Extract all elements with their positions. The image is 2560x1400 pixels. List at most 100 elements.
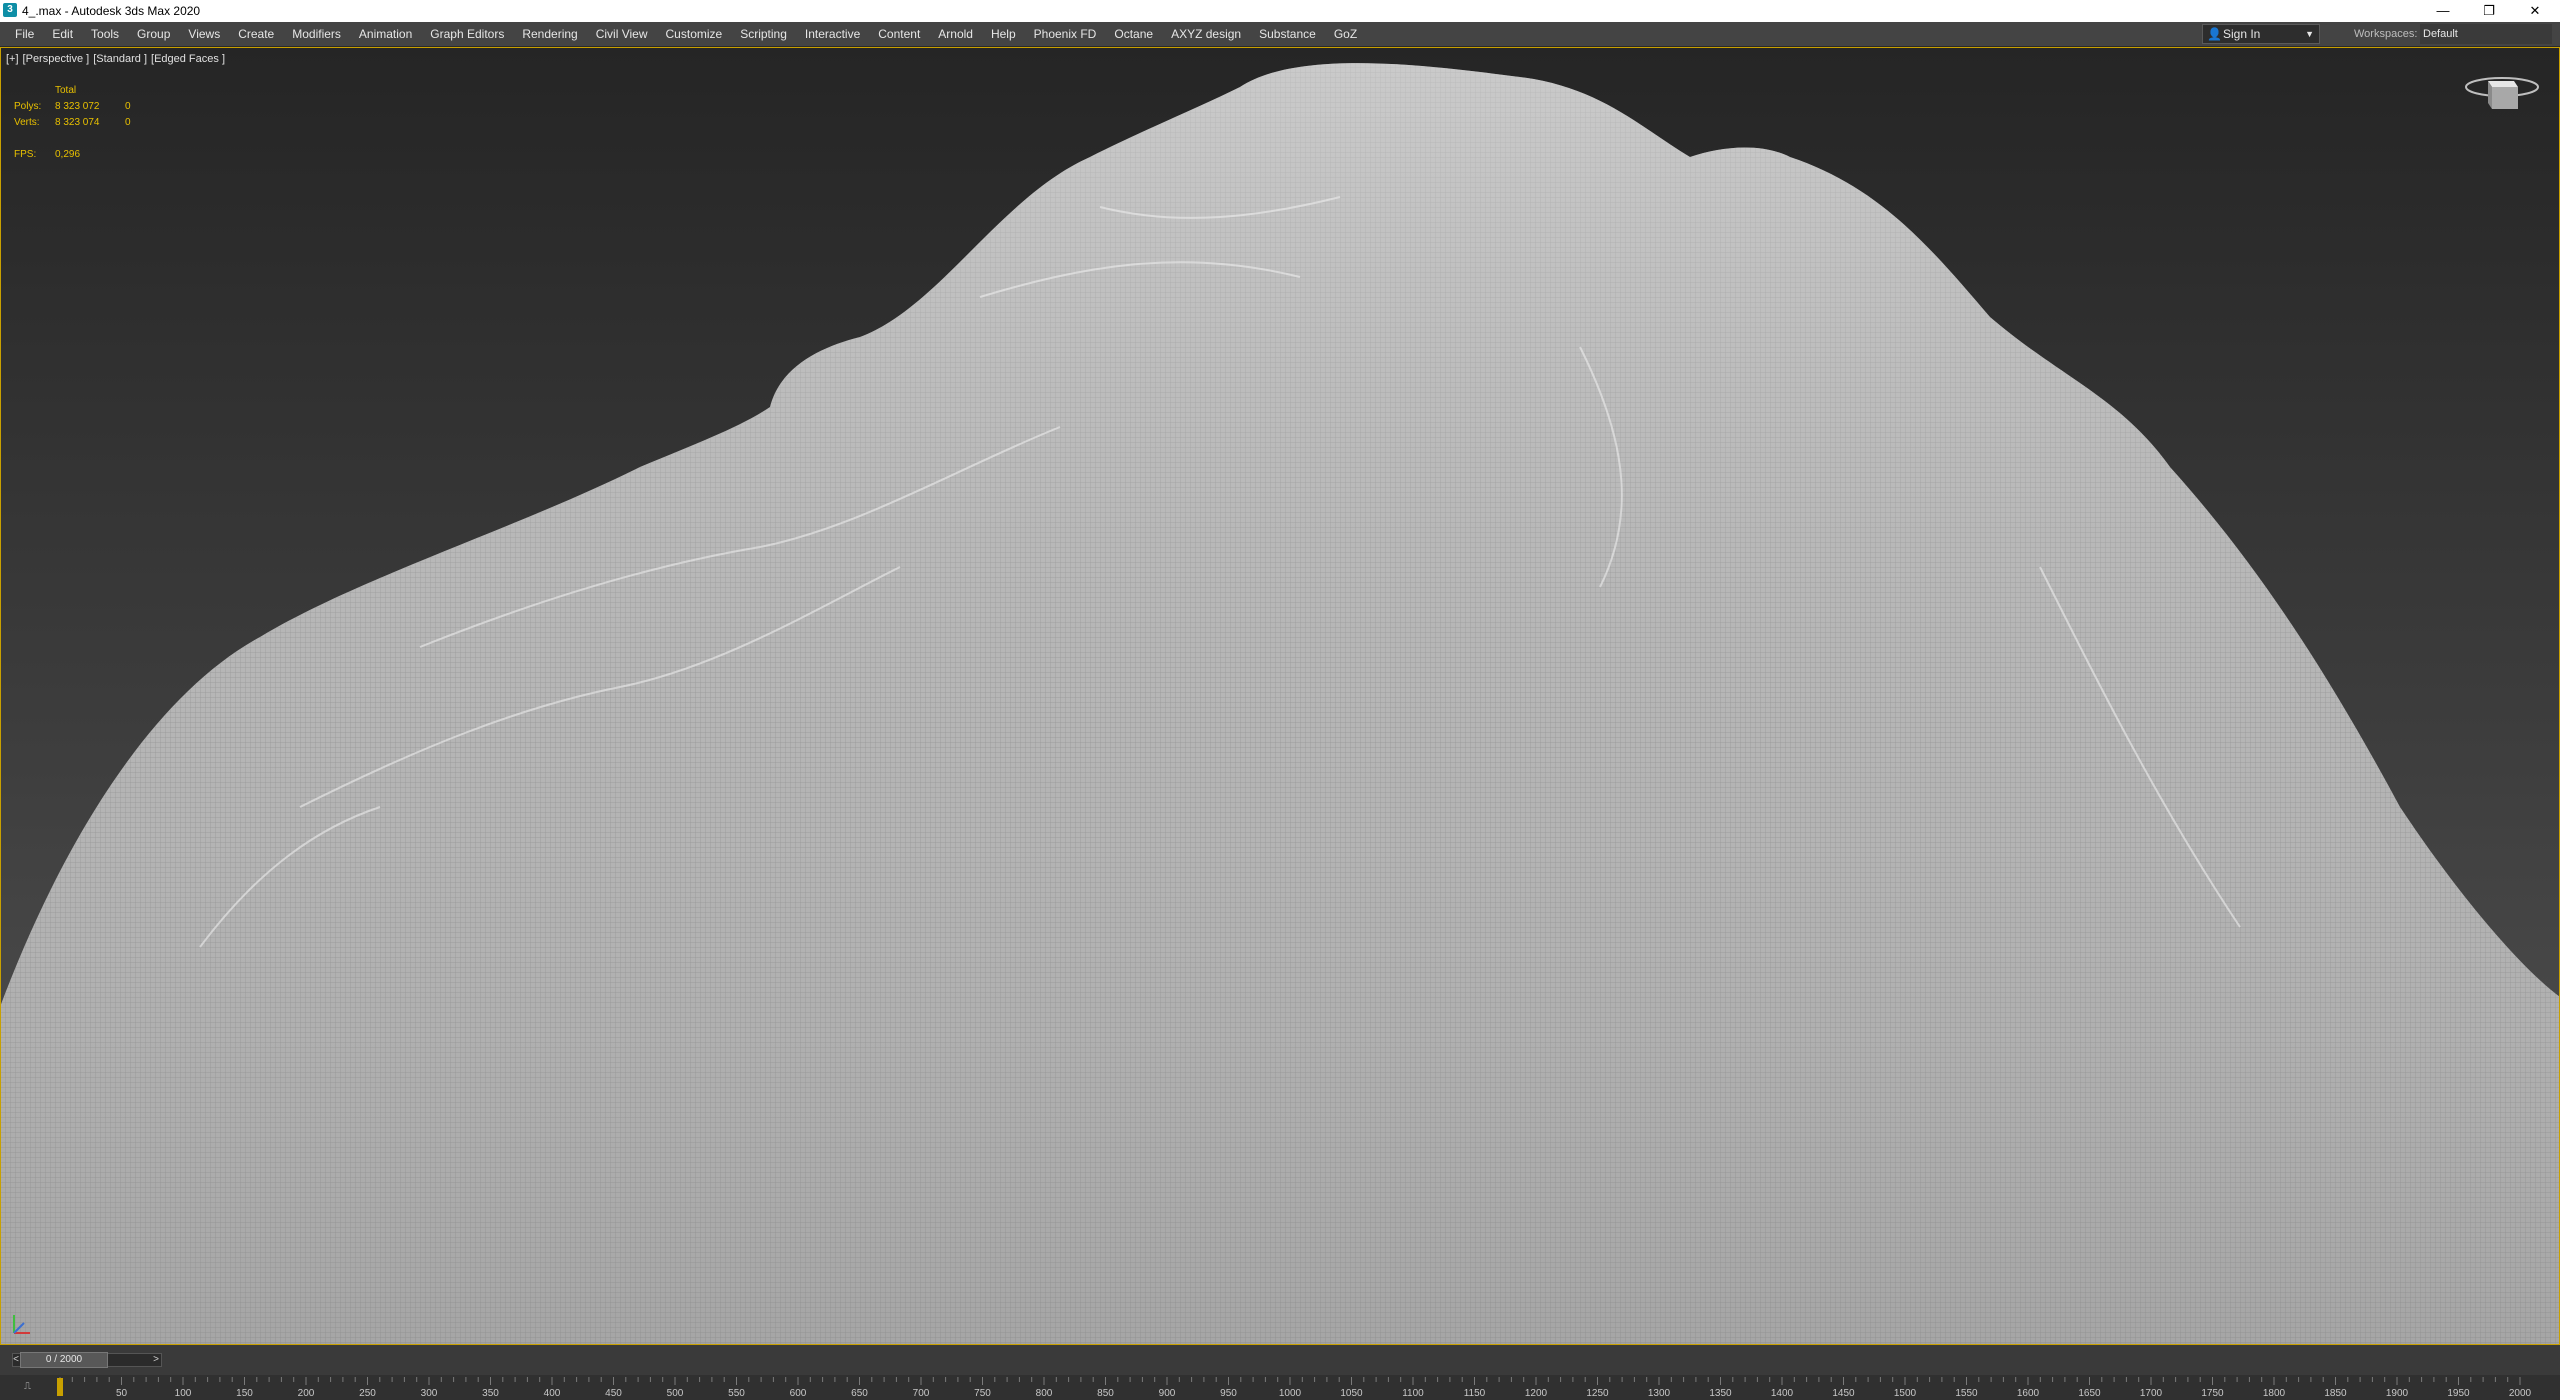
verts-label: Verts: <box>14 117 40 128</box>
menu-item-arnold[interactable]: Arnold <box>929 22 982 46</box>
track-tick-label: 1100 <box>1402 1388 1424 1399</box>
track-tick-label: 700 <box>913 1388 930 1399</box>
viewport-shading-menu[interactable]: [Standard ] <box>93 53 147 65</box>
menu-item-customize[interactable]: Customize <box>657 22 732 46</box>
track-tick-label: 750 <box>974 1388 991 1399</box>
menu-item-modifiers[interactable]: Modifiers <box>283 22 350 46</box>
track-tick-label: 1550 <box>1955 1388 1978 1399</box>
viewport-label[interactable]: [+] [Perspective ] [Standard ] [Edged Fa… <box>6 53 225 65</box>
track-tick-label: 1400 <box>1771 1388 1794 1399</box>
track-tick-label: 1750 <box>2201 1388 2224 1399</box>
menu-item-substance[interactable]: Substance <box>1250 22 1325 46</box>
track-tick-label: 950 <box>1220 1388 1237 1399</box>
track-tick-label: 800 <box>1036 1388 1053 1399</box>
track-tick-label: 1450 <box>1832 1388 1855 1399</box>
menu-item-phoenix-fd[interactable]: Phoenix FD <box>1025 22 1106 46</box>
slider-next-button[interactable]: > <box>150 1353 162 1367</box>
app-icon[interactable]: 3 <box>3 3 17 17</box>
axis-tripod-icon <box>13 1315 30 1334</box>
track-tick-label: 350 <box>482 1388 499 1399</box>
track-tick-label: 400 <box>544 1388 561 1399</box>
perspective-viewport[interactable]: [+] [Perspective ] [Standard ] [Edged Fa… <box>0 47 2560 1345</box>
restore-button[interactable]: ❐ <box>2466 0 2512 22</box>
title-bar: 3 4_.max - Autodesk 3ds Max 2020 — ❐ ✕ <box>0 0 2560 22</box>
menu-item-graph-editors[interactable]: Graph Editors <box>421 22 513 46</box>
polys-selected: 0 <box>125 101 131 112</box>
track-tick-label: 850 <box>1097 1388 1114 1399</box>
track-tick-label: 1600 <box>2017 1388 2040 1399</box>
menu-item-edit[interactable]: Edit <box>43 22 82 46</box>
menu-item-octane[interactable]: Octane <box>1105 22 1162 46</box>
menu-item-goz[interactable]: GoZ <box>1325 22 1366 46</box>
track-tick-label: 200 <box>298 1388 315 1399</box>
track-tick-label: 1800 <box>2263 1388 2286 1399</box>
track-bar[interactable]: 50 100 150 200 250 300 350 400 450 500 550 600 650 70… <box>0 1375 2560 1400</box>
track-tick-label: 1650 <box>2078 1388 2101 1399</box>
menu-item-file[interactable]: File <box>6 22 43 46</box>
menu-item-tools[interactable]: Tools <box>82 22 128 46</box>
viewport-display-menu[interactable]: [Edged Faces ] <box>151 53 225 65</box>
menu-item-content[interactable]: Content <box>869 22 929 46</box>
menu-item-rendering[interactable]: Rendering <box>513 22 586 46</box>
menu-item-views[interactable]: Views <box>179 22 229 46</box>
mesh-shading <box>0 63 2560 1345</box>
track-tick-label: 1050 <box>1340 1388 1363 1399</box>
verts-total: 8 323 074 <box>55 117 100 128</box>
workspaces-select[interactable]: Default <box>2420 24 2552 44</box>
track-tick-label: 1950 <box>2447 1388 2470 1399</box>
mesh-object[interactable] <box>0 47 2560 1345</box>
menu-bar: File Edit Tools Group Views Create Modifiers An… <box>0 22 2560 47</box>
polys-label: Polys: <box>14 101 42 112</box>
sign-in-label: Sign In <box>2223 27 2261 41</box>
track-tick-label: 1900 <box>2386 1388 2409 1399</box>
chevron-down-icon: ▼ <box>2305 29 2314 39</box>
track-tick-label: 150 <box>236 1388 253 1399</box>
track-tick-label: 1300 <box>1648 1388 1671 1399</box>
menu-item-create[interactable]: Create <box>229 22 283 46</box>
track-tick-label: 100 <box>175 1388 192 1399</box>
track-tick-label: 1850 <box>2324 1388 2347 1399</box>
track-tick-label: 250 <box>359 1388 376 1399</box>
track-tick-label: 500 <box>667 1388 684 1399</box>
menu-item-animation[interactable]: Animation <box>350 22 421 46</box>
menu-item-help[interactable]: Help <box>982 22 1025 46</box>
track-tick-label: 1000 <box>1279 1388 1302 1399</box>
viewport-pov-menu[interactable]: [Perspective ] <box>23 53 90 65</box>
menu-item-scripting[interactable]: Scripting <box>731 22 796 46</box>
track-tick-label: 450 <box>605 1388 622 1399</box>
polys-total: 8 323 072 <box>55 101 100 112</box>
track-tick-label: 300 <box>421 1388 438 1399</box>
minimize-button[interactable]: — <box>2420 0 2466 22</box>
verts-selected: 0 <box>125 117 131 128</box>
menu-item-interactive[interactable]: Interactive <box>796 22 869 46</box>
close-button[interactable]: ✕ <box>2512 0 2558 22</box>
time-slider-bar: < 0 / 2000 > <box>0 1345 2560 1375</box>
time-slider-thumb[interactable]: 0 / 2000 <box>20 1352 108 1368</box>
track-tick-label: 1250 <box>1586 1388 1609 1399</box>
menu-item-axyz-design[interactable]: AXYZ design <box>1162 22 1250 46</box>
fps-value: 0,296 <box>55 149 81 160</box>
track-tick-label: 600 <box>790 1388 807 1399</box>
track-tick-label: 1350 <box>1709 1388 1732 1399</box>
track-tick-label: 1200 <box>1525 1388 1548 1399</box>
viewport-plus-menu[interactable]: [+] <box>6 53 19 65</box>
track-bar-mini-icon[interactable]: ⎍ <box>24 1381 31 1392</box>
user-icon: 👤 <box>2207 27 2222 41</box>
track-tick-label: 900 <box>1159 1388 1176 1399</box>
menu-item-civil-view[interactable]: Civil View <box>587 22 657 46</box>
track-tick-label: 550 <box>728 1388 745 1399</box>
track-tick-label: 1150 <box>1464 1388 1486 1399</box>
track-tick-label: 1500 <box>1894 1388 1917 1399</box>
track-bar-ruler[interactable]: 50 100 150 200 250 300 350 400 450 500 550 600 650 70… <box>0 1375 2560 1400</box>
current-frame-marker[interactable] <box>57 1378 63 1396</box>
window-title: 4_.max - Autodesk 3ds Max 2020 <box>22 4 201 18</box>
sign-in-dropdown[interactable]: 👤 Sign In ▼ <box>2202 24 2320 44</box>
track-tick-label: 1700 <box>2140 1388 2163 1399</box>
viewcube-icon[interactable] <box>2462 67 2542 127</box>
track-tick-label: 650 <box>851 1388 868 1399</box>
track-tick-label: 2000 <box>2509 1388 2532 1399</box>
fps-label: FPS: <box>14 149 37 160</box>
menu-item-group[interactable]: Group <box>128 22 179 46</box>
menu-items: File Edit Tools Group Views Create Modifiers An… <box>6 22 1366 46</box>
track-tick-label: 50 <box>116 1388 128 1399</box>
